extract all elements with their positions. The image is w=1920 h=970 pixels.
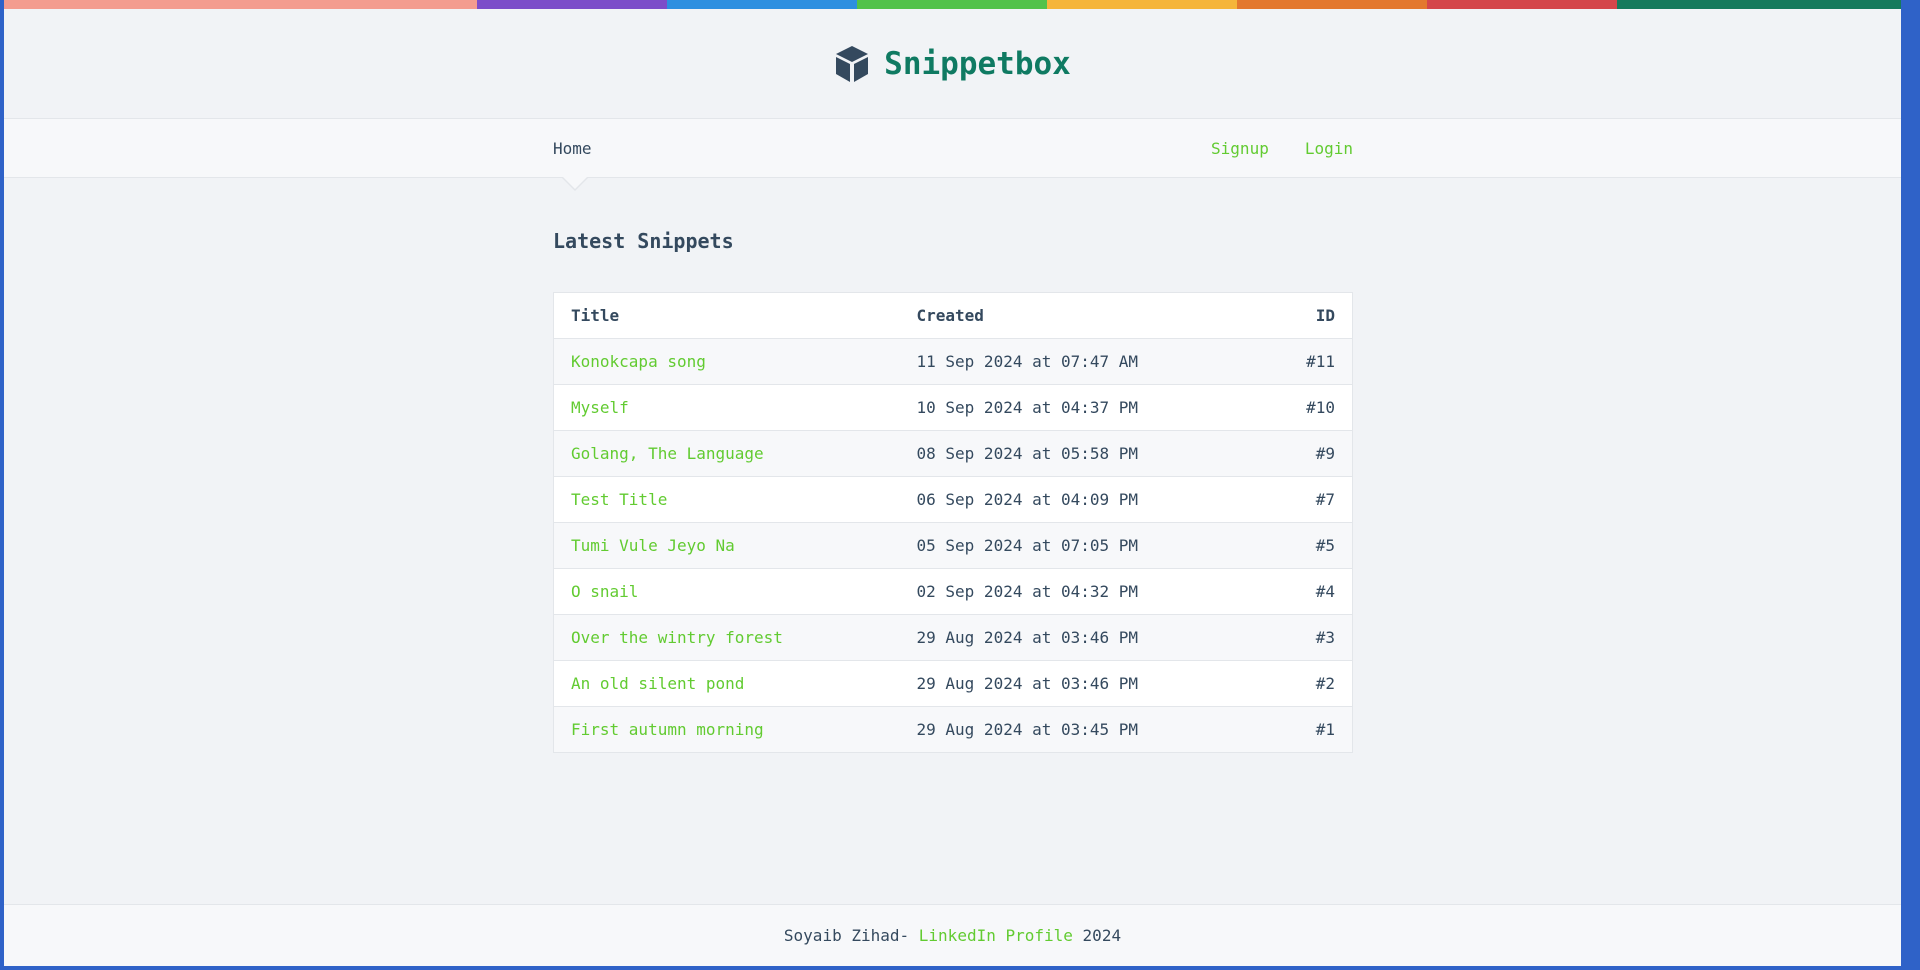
snippet-created-cell: 06 Sep 2024 at 04:09 PM [899,476,1246,523]
snippet-created-cell: 05 Sep 2024 at 07:05 PM [899,522,1246,569]
snippet-id-cell: #5 [1245,522,1353,569]
site-footer: Soyaib Zihad- LinkedIn Profile 2024 [4,904,1901,966]
snippet-title-link[interactable]: Test Title [571,490,667,509]
snippet-title-cell: Golang, The Language [553,430,900,477]
snippet-created-cell: 29 Aug 2024 at 03:45 PM [899,706,1246,753]
footer-year: 2024 [1082,926,1122,945]
rainbow-segment [1427,0,1617,9]
snippet-created-cell: 10 Sep 2024 at 04:37 PM [899,384,1246,431]
nav-login-link[interactable]: Login [1305,139,1353,158]
brand-link[interactable]: Snippetbox [834,44,1071,84]
snippet-created-cell: 29 Aug 2024 at 03:46 PM [899,614,1246,661]
snippet-created-cell: 08 Sep 2024 at 05:58 PM [899,430,1246,477]
snippet-id-cell: #2 [1245,660,1353,707]
snippet-id-cell: #10 [1245,384,1353,431]
snippet-title-cell: Konokcapa song [553,338,900,385]
main-content: Latest Snippets Title Created ID Konokca… [553,178,1353,753]
snippet-title-link[interactable]: Golang, The Language [571,444,764,463]
table-row: O snail 02 Sep 2024 at 04:32 PM #4 [553,568,1353,615]
snippet-title-link[interactable]: O snail [571,582,638,601]
snippet-title-cell: Over the wintry forest [553,614,900,661]
rainbow-segment [4,0,477,9]
snippet-title-link[interactable]: Konokcapa song [571,352,706,371]
snippet-id-cell: #11 [1245,338,1353,385]
snippet-id-cell: #1 [1245,706,1353,753]
snippet-created-cell: 02 Sep 2024 at 04:32 PM [899,568,1246,615]
snippet-title-link[interactable]: Tumi Vule Jeyo Na [571,536,735,555]
table-header-row: Title Created ID [553,292,1353,339]
nav-auth-links: Signup Login [1211,139,1353,158]
app-window: Snippetbox Home Signup Login Latest Snip… [4,0,1901,966]
column-header-id: ID [1245,292,1353,339]
table-row: First autumn morning 29 Aug 2024 at 03:45… [553,706,1353,753]
snippet-title-cell: First autumn morning [553,706,900,753]
table-row: Myself 10 Sep 2024 at 04:37 PM #10 [553,384,1353,431]
rainbow-segment [667,0,857,9]
footer-linkedin-link[interactable]: LinkedIn Profile [919,926,1073,945]
rainbow-segment [1047,0,1237,9]
rainbow-segment [477,0,667,9]
snippets-table: Title Created ID Konokcapa song 11 Sep 20… [553,292,1353,753]
cube-icon [834,44,870,84]
snippet-title-link[interactable]: First autumn morning [571,720,764,739]
table-row: Over the wintry forest 29 Aug 2024 at 03:… [553,614,1353,661]
nav-home-link[interactable]: Home [553,139,592,158]
table-row: Tumi Vule Jeyo Na 05 Sep 2024 at 07:05 PM… [553,522,1353,569]
rainbow-bar [4,0,1901,9]
column-header-title: Title [553,292,900,339]
site-header: Snippetbox [4,9,1901,118]
snippet-id-cell: #4 [1245,568,1353,615]
snippet-created-cell: 29 Aug 2024 at 03:46 PM [899,660,1246,707]
snippet-id-cell: #7 [1245,476,1353,523]
footer-author: Soyaib Zihad- [783,926,910,945]
main-nav: Home Signup Login [4,118,1901,178]
rainbow-segment [857,0,1047,9]
table-row: Golang, The Language 08 Sep 2024 at 05:58… [553,430,1353,477]
snippet-title-link[interactable]: An old silent pond [571,674,744,693]
nav-inner: Home Signup Login [553,119,1353,177]
snippet-id-cell: #3 [1245,614,1353,661]
snippet-title-cell: O snail [553,568,900,615]
snippet-title-cell: Test Title [553,476,900,523]
snippet-title-cell: Myself [553,384,900,431]
brand-name: Snippetbox [884,45,1071,82]
snippet-title-cell: An old silent pond [553,660,900,707]
snippet-id-cell: #9 [1245,430,1353,477]
page-title: Latest Snippets [553,229,734,253]
nav-signup-link[interactable]: Signup [1211,139,1269,158]
snippet-title-link[interactable]: Myself [571,398,629,417]
snippet-created-cell: 11 Sep 2024 at 07:47 AM [899,338,1246,385]
rainbow-segment [1237,0,1427,9]
table-row: An old silent pond 29 Aug 2024 at 03:46 P… [553,660,1353,707]
rainbow-segment [1617,0,1901,9]
snippet-title-cell: Tumi Vule Jeyo Na [553,522,900,569]
snippet-title-link[interactable]: Over the wintry forest [571,628,783,647]
table-row: Test Title 06 Sep 2024 at 04:09 PM #7 [553,476,1353,523]
column-header-created: Created [899,292,1246,339]
table-row: Konokcapa song 11 Sep 2024 at 07:47 AM #11 [553,338,1353,385]
